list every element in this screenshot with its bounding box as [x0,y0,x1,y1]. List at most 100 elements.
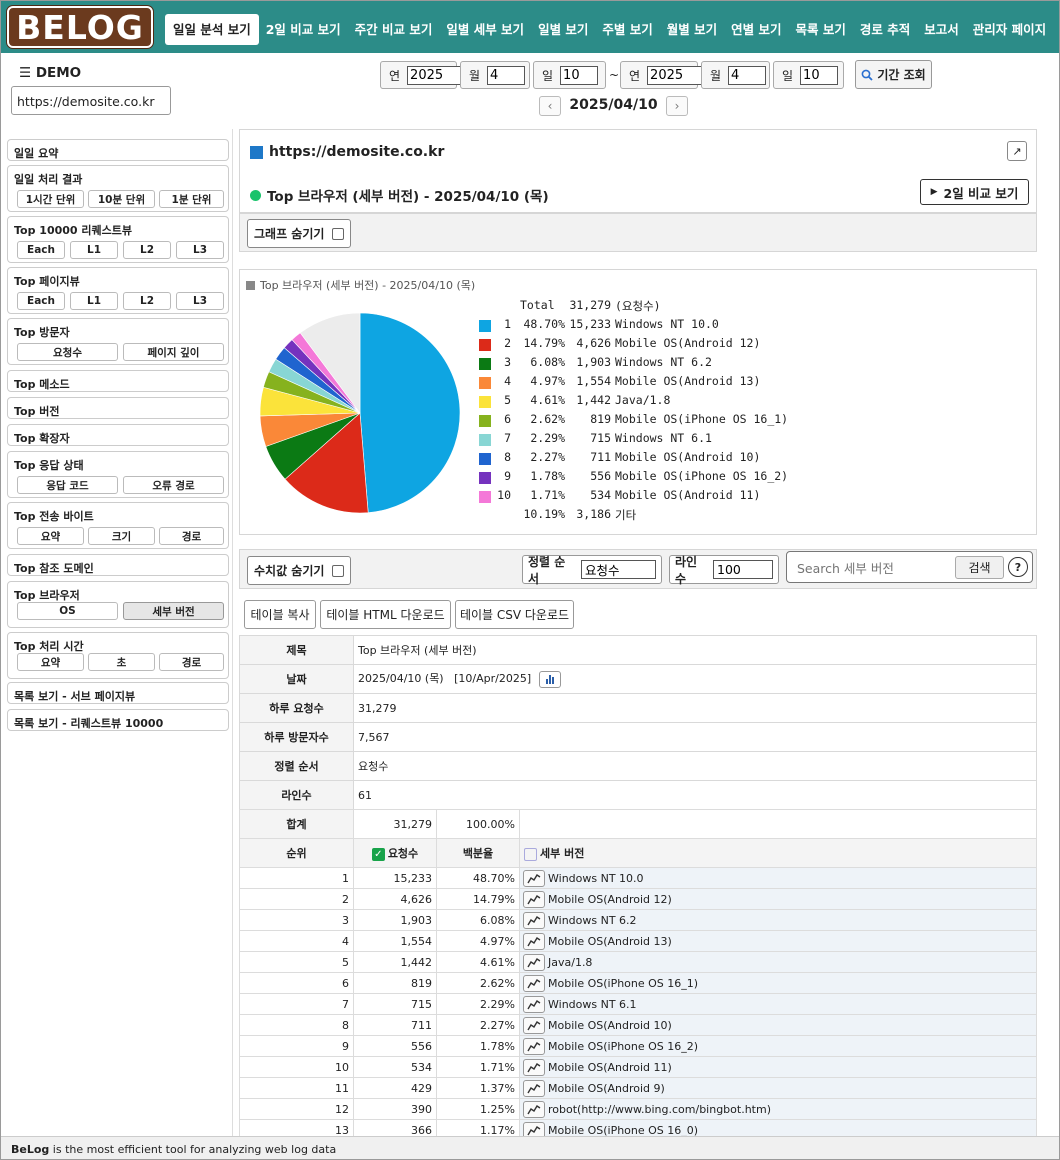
col-header-percent[interactable]: 백분율 [436,838,520,868]
to-year-input[interactable] [647,65,703,85]
belog-logo[interactable]: BELOG [7,6,153,48]
nav-item[interactable]: 주별 보기 [595,14,659,45]
nav-item[interactable]: 목록 보기 [789,14,853,45]
col-header-rank[interactable]: 순위 [239,838,354,868]
top-requests-each-button[interactable]: Each [17,241,65,259]
top-requests-l3-button[interactable]: L3 [176,241,224,259]
top-pageview-l1-button[interactable]: L1 [70,292,118,310]
legend-rank: 1 [504,317,511,331]
download-csv-button[interactable]: 테이블 CSV 다운로드 [455,600,574,629]
next-day-button[interactable]: › [666,96,688,116]
period-search-button[interactable]: 기간 조회 [855,60,932,89]
hide-graph-toggle[interactable]: 그래프 숨기기 [247,219,352,248]
sidebar-item-top-method[interactable]: Top 메소드 [7,370,229,392]
trend-chart-icon[interactable] [523,996,545,1013]
daily-result-10min-button[interactable]: 10분 단위 [88,190,155,208]
top-status-code-button[interactable]: 응답 코드 [17,476,118,494]
site-menu-title[interactable]: ☰ DEMO [19,65,81,81]
to-year-group: 연 [620,61,703,89]
compare-2day-button[interactable]: ▶ 2일 비교 보기 [920,179,1029,205]
top-bytes-size-button[interactable]: 크기 [88,527,155,545]
trend-chart-icon[interactable] [523,975,545,992]
top-requests-l1-button[interactable]: L1 [70,241,118,259]
hide-values-checkbox[interactable] [332,564,345,577]
top-bytes-path-button[interactable]: 경로 [159,527,224,545]
copy-table-button[interactable]: 테이블 복사 [244,600,316,629]
top-requests-l2-button[interactable]: L2 [123,241,171,259]
top-browser-os-button[interactable]: OS [17,602,118,620]
nav-item[interactable]: 연별 보기 [724,14,788,45]
external-link-button[interactable]: ↗ [1007,141,1027,161]
sidebar-item-top-referrer[interactable]: Top 참조 도메인 [7,554,229,576]
pie-slice-1[interactable] [359,312,461,513]
checkbox-icon[interactable] [524,847,537,861]
to-day-input[interactable] [800,65,839,85]
top-pageview-each-button[interactable]: Each [17,292,65,310]
col-header-count[interactable]: ✓ 요청수 [353,838,437,868]
nav-item[interactable]: 일별 세부 보기 [439,14,531,45]
current-date: 2025/04/10 [569,97,658,113]
trend-chart-icon[interactable] [523,1101,545,1118]
daily-result-1hour-button[interactable]: 1시간 단위 [17,190,84,208]
search-button[interactable]: 검색 [955,556,1004,579]
check-icon[interactable]: ✓ [371,847,385,861]
top-pageview-l2-button[interactable]: L2 [123,292,171,310]
from-year-input[interactable] [407,65,463,85]
hide-values-toggle[interactable]: 수치값 숨기기 [247,556,352,585]
sidebar-item-top-version[interactable]: Top 버전 [7,397,229,419]
nav-item[interactable]: 보고서 [917,14,966,45]
col-header-name[interactable]: 세부 버전 [519,838,1037,868]
site-selector[interactable]: https://demosite.co.kr [11,86,171,115]
sum-label: 합계 [239,809,354,839]
lines-input[interactable] [713,560,773,579]
row-name-cell: Windows NT 6.2 [519,909,1037,931]
top-time-seconds-button[interactable]: 초 [88,653,155,671]
top-visitor-depth-button[interactable]: 페이지 깊이 [123,343,224,361]
trend-chart-icon[interactable] [523,933,545,950]
nav-item[interactable]: 2일 비교 보기 [259,14,348,45]
trend-chart-icon[interactable] [523,870,545,887]
sidebar-item-list-subpageview[interactable]: 목록 보기 - 서브 페이지뷰 [7,682,229,704]
top-time-summary-button[interactable]: 요약 [17,653,84,671]
trend-chart-icon[interactable] [523,1017,545,1034]
top-pageview-l3-button[interactable]: L3 [176,292,224,310]
sort-order-input[interactable] [581,560,656,579]
help-button[interactable]: ? [1008,557,1028,577]
legend-rank: 9 [504,469,511,483]
from-day-input[interactable] [560,65,599,85]
nav-item[interactable]: 경로 추적 [853,14,917,45]
legend-total-unit: (요청수) [615,299,661,313]
sidebar-item-list-requestview[interactable]: 목록 보기 - 리퀘스트뷰 10000 [7,709,229,731]
top-bytes-summary-button[interactable]: 요약 [17,527,84,545]
legend-swatch [479,320,491,332]
trend-chart-icon[interactable] [523,1080,545,1097]
trend-chart-icon[interactable] [523,1038,545,1055]
daily-result-1min-button[interactable]: 1분 단위 [159,190,224,208]
from-month-input[interactable] [487,65,526,85]
top-status-error-path-button[interactable]: 오류 경로 [123,476,224,494]
bar-chart-icon[interactable] [538,670,561,688]
hide-graph-checkbox[interactable] [332,227,345,240]
top-time-path-button[interactable]: 경로 [159,653,224,671]
to-month-input[interactable] [728,65,767,85]
trend-chart-icon[interactable] [523,1059,545,1076]
sidebar-group-top-bytes: Top 전송 바이트 요약 크기 경로 [7,502,229,549]
nav-item[interactable]: 관리자 페이지 [966,14,1053,45]
search-input[interactable] [791,557,951,579]
nav-item[interactable]: 주간 비교 보기 [348,14,440,45]
sidebar-item-top-extension[interactable]: Top 확장자 [7,424,229,446]
trend-chart-icon[interactable] [523,891,545,908]
sidebar-item-daily-summary[interactable]: 일일 요약 [7,139,229,161]
prev-day-button[interactable]: ‹ [539,96,561,116]
lines-label: 라인수 [675,554,698,586]
top-visitor-requests-button[interactable]: 요청수 [17,343,118,361]
legend-total-label: Total [520,298,555,312]
top-browser-detail-version-button[interactable]: 세부 버전 [123,602,224,620]
trend-chart-icon[interactable] [523,954,545,971]
legend-name: Windows NT 10.0 [615,317,719,331]
nav-item[interactable]: 일일 분석 보기 [165,14,259,45]
download-html-button[interactable]: 테이블 HTML 다운로드 [320,600,451,629]
nav-item[interactable]: 일별 보기 [531,14,595,45]
trend-chart-icon[interactable] [523,912,545,929]
nav-item[interactable]: 월별 보기 [660,14,724,45]
